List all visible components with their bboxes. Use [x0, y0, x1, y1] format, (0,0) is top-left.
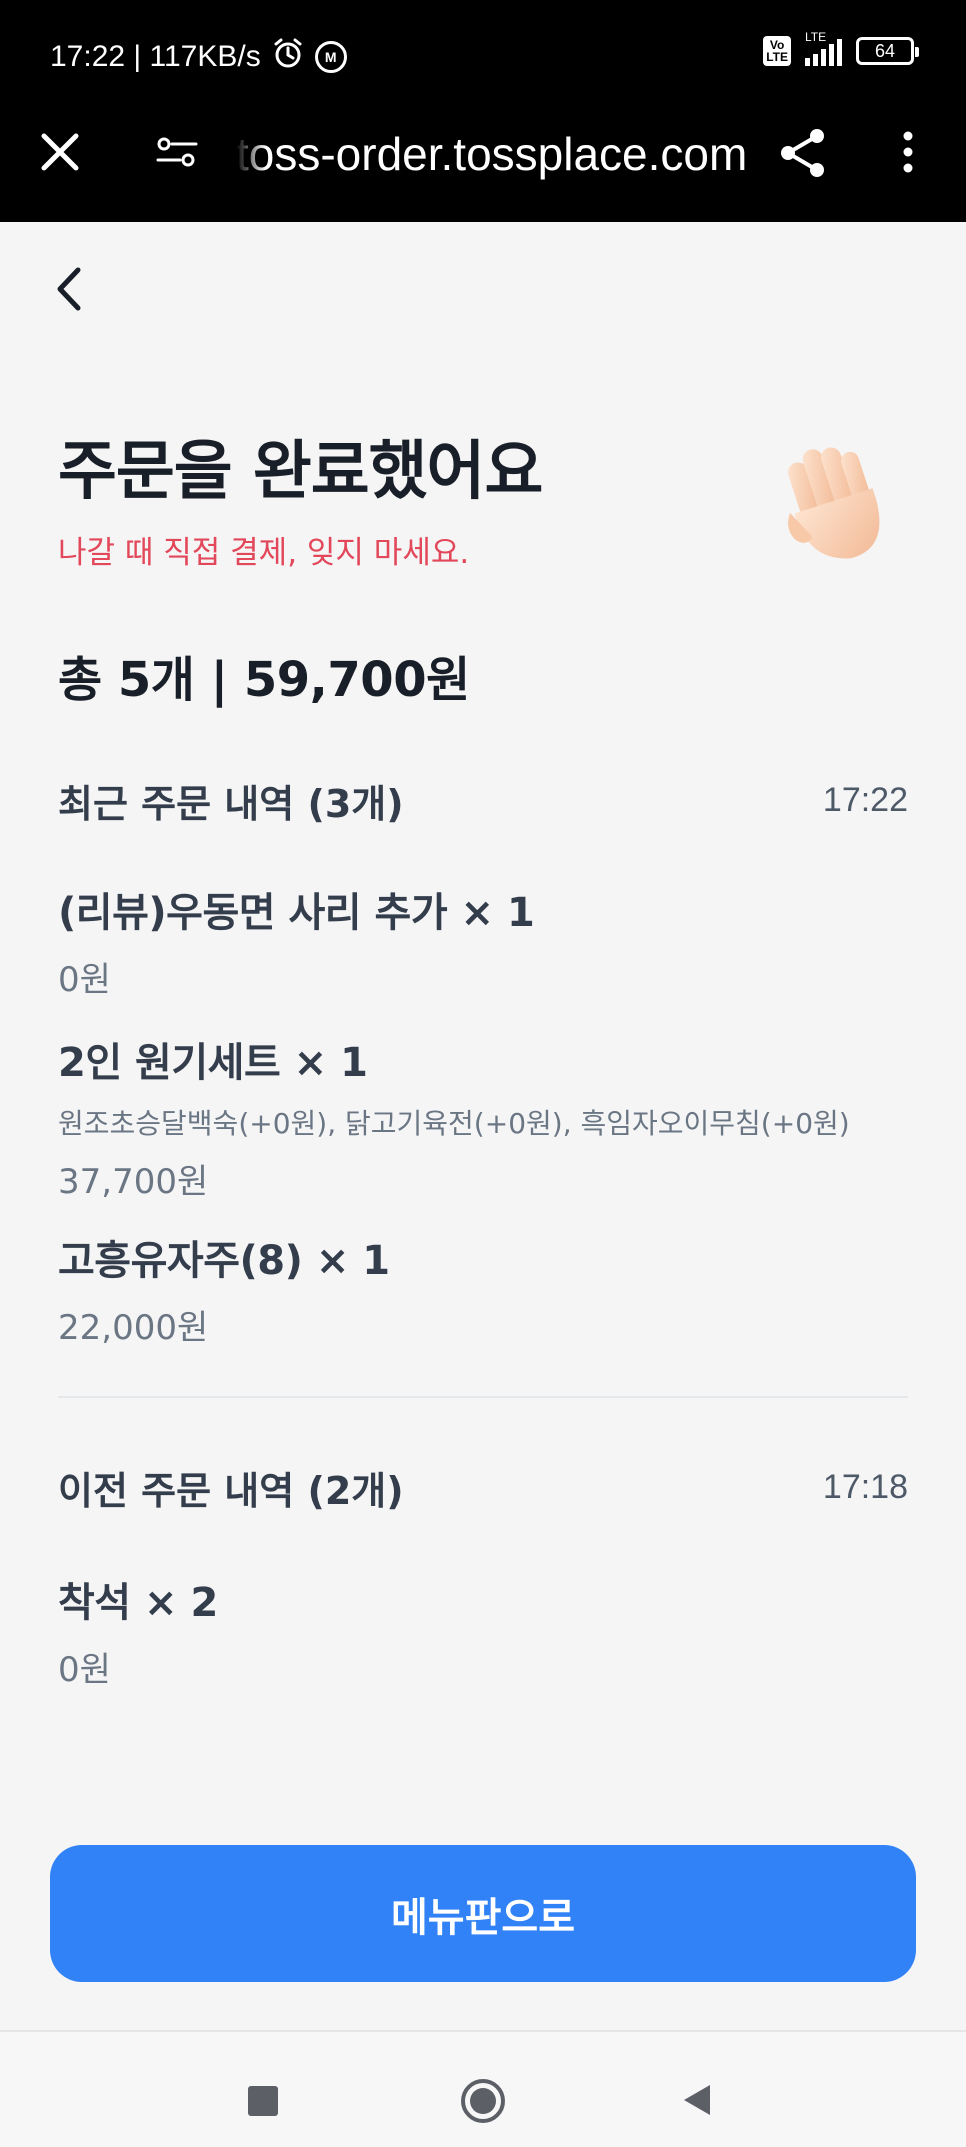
order-item: 고흥유자주(8) × 1 22,000원: [58, 1228, 918, 1349]
order-item: (리뷰)우동면 사리 추가 × 1 0원: [58, 880, 918, 1001]
system-nav-bar: [0, 2032, 966, 2147]
order-total: 총 5개 | 59,700원: [58, 652, 470, 708]
menu-button[interactable]: 메뉴판으로: [50, 1845, 916, 1982]
close-icon[interactable]: [36, 128, 84, 176]
section-divider: [58, 1396, 908, 1398]
url-bar[interactable]: toss-order.tossplace.com: [236, 124, 756, 184]
recents-icon[interactable]: [248, 2086, 278, 2116]
recent-orders-title: 최근 주문 내역 (3개): [58, 781, 404, 826]
order-item-price: 0원: [58, 1650, 111, 1690]
waving-hand-emoji: [772, 440, 902, 570]
order-item-name: 2인 원기세트 × 1: [58, 1040, 368, 1086]
back-triangle-icon[interactable]: [680, 2082, 714, 2118]
network-label: LTE: [805, 30, 827, 44]
signal-icon: LTE: [805, 30, 842, 66]
order-item: 착석 × 2 0원: [58, 1570, 918, 1691]
tune-icon[interactable]: [156, 128, 198, 176]
order-item-name: 착석 × 2: [58, 1580, 218, 1626]
page-title: 주문을 완료했어요: [58, 435, 543, 509]
order-item-price: 37,700원: [58, 1162, 209, 1202]
browser-toolbar: toss-order.tossplace.com: [0, 110, 966, 222]
more-vert-icon[interactable]: [890, 128, 926, 176]
status-time-speed: 17:22 | 117KB/s: [50, 40, 261, 73]
battery-icon: 64: [856, 37, 919, 65]
status-right: Vo LTE LTE 64: [763, 30, 919, 66]
order-item-name: 고흥유자주(8) × 1: [58, 1238, 390, 1284]
alarm-icon: [271, 36, 305, 78]
volte-icon: Vo LTE: [763, 36, 791, 66]
order-item-price: 0원: [58, 960, 111, 1000]
status-bar: 17:22 | 117KB/s M Vo LTE LTE 64: [0, 0, 966, 110]
previous-orders-time: 17:18: [822, 1467, 908, 1506]
recent-orders-time: 17:22: [822, 780, 908, 819]
status-left: 17:22 | 117KB/s M: [50, 36, 347, 78]
payment-reminder: 나갈 때 직접 결제, 잊지 마세요.: [58, 535, 470, 571]
order-item-name: (리뷰)우동면 사리 추가 × 1: [58, 890, 535, 936]
order-item-price: 22,000원: [58, 1308, 209, 1348]
previous-orders-header: 이전 주문 내역 (2개) 17:18: [58, 1462, 908, 1513]
recent-orders-header: 최근 주문 내역 (3개) 17:22: [58, 775, 908, 826]
m-notification-icon: M: [314, 41, 347, 73]
back-chevron-icon[interactable]: [50, 262, 90, 316]
share-icon[interactable]: [776, 126, 830, 180]
previous-orders-title: 이전 주문 내역 (2개): [58, 1468, 404, 1513]
order-item: 2인 원기세트 × 1 원조초승달백숙(+0원), 닭고기육전(+0원), 흑임…: [58, 1030, 918, 1203]
home-icon[interactable]: [460, 2078, 506, 2124]
battery-level: 64: [874, 40, 896, 61]
order-item-options: 원조초승달백숙(+0원), 닭고기육전(+0원), 흑임자오이무침(+0원): [58, 1107, 850, 1140]
